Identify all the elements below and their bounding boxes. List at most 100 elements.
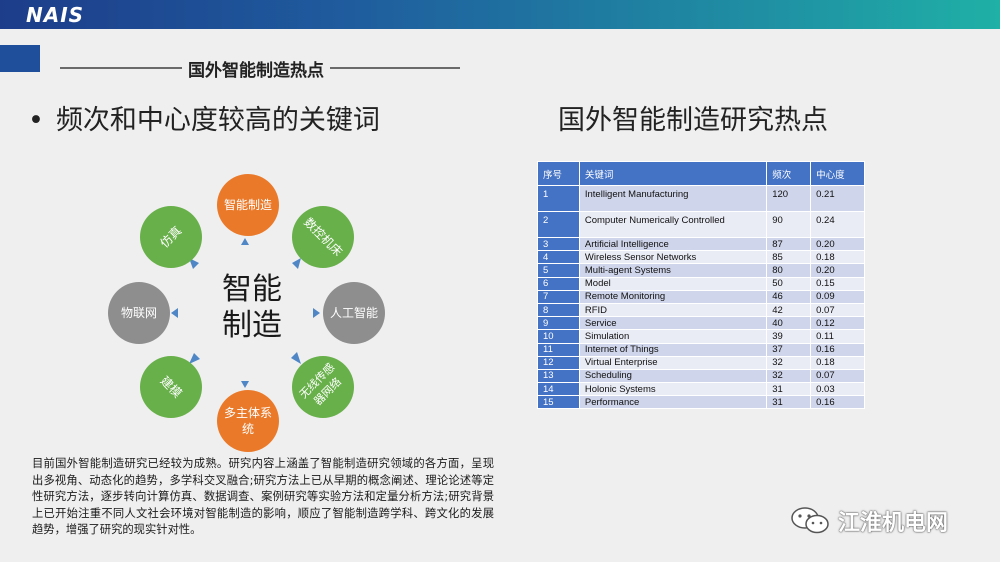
table-row: 4 Wireless Sensor Networks 85 0.18 [537, 250, 865, 265]
table-row: 3 Artificial Intelligence 87 0.20 [537, 236, 865, 252]
table-row: 2 Computer Numerically Controlled 90 0.24 [537, 211, 865, 238]
nais-logo: NAIS [26, 3, 85, 27]
row-centrality: 0.09 [810, 289, 865, 304]
table-row: 7 Remote Monitoring 46 0.09 [537, 289, 865, 304]
row-frequency: 42 [766, 302, 812, 318]
row-frequency: 37 [766, 342, 812, 357]
arrow-bottom-right [291, 352, 301, 364]
row-frequency: 39 [766, 329, 812, 344]
row-index: 3 [537, 236, 580, 252]
row-centrality: 0.03 [810, 382, 865, 397]
row-keyword: Computer Numerically Controlled [578, 211, 768, 238]
row-index: 7 [537, 289, 580, 304]
row-keyword: Artificial Intelligence [578, 236, 768, 252]
arrow-top [241, 238, 249, 245]
watermark-text: 江淮机电网 [838, 511, 949, 536]
accent-block [0, 45, 40, 72]
row-centrality: 0.18 [810, 250, 865, 265]
table-row: 6 Model 50 0.15 [537, 276, 865, 291]
node-ai: 人工智能 [323, 282, 385, 344]
top-banner: NAIS [0, 0, 1000, 29]
row-centrality: 0.11 [810, 329, 865, 344]
row-keyword: Remote Monitoring [578, 289, 768, 304]
row-frequency: 85 [766, 250, 812, 265]
summary-paragraph: 目前国外智能制造研究已经较为成熟。研究内容上涵盖了智能制造研究领域的各方面，呈现… [32, 457, 494, 536]
header-index: 序号 [537, 161, 580, 186]
table-header: 序号 关键词 频次 中心度 [537, 161, 865, 186]
row-index: 14 [537, 382, 580, 397]
row-keyword: Performance [578, 395, 768, 410]
row-frequency: 32 [766, 355, 812, 370]
table-row: 12 Virtual Enterprise 32 0.18 [537, 355, 865, 370]
row-centrality: 0.12 [810, 316, 865, 331]
row-keyword: Internet of Things [578, 342, 768, 357]
row-index: 8 [537, 302, 580, 318]
node-simulation: 仿真 [140, 206, 202, 268]
table-row: 13 Scheduling 32 0.07 [537, 368, 865, 384]
row-centrality: 0.20 [810, 263, 865, 278]
row-keyword: Service [578, 316, 768, 331]
keyword-diagram: 智能制造 数控机床 人工智能 无线传感器网络 多主体系统 建模 物联网 仿真 智… [100, 168, 390, 458]
row-keyword: Virtual Enterprise [578, 355, 768, 370]
row-centrality: 0.07 [810, 368, 865, 384]
row-centrality: 0.16 [810, 342, 865, 357]
node-iot: 物联网 [108, 282, 170, 344]
node-modeling: 建模 [140, 356, 202, 418]
table-row: 10 Simulation 39 0.11 [537, 329, 865, 344]
diagram-center: 智能 制造 [222, 272, 282, 343]
row-keyword: Intelligent Manufacturing [578, 185, 768, 212]
row-frequency: 87 [766, 236, 812, 252]
row-keyword: Simulation [578, 329, 768, 344]
row-keyword: Scheduling [578, 368, 768, 384]
bullet-heading: • 频次和中心度较高的关键词 [28, 98, 380, 137]
header-keyword: 关键词 [578, 161, 768, 186]
row-index: 13 [537, 368, 580, 384]
row-keyword: Holonic Systems [578, 382, 768, 397]
table-title: 国外智能制造研究热点 [558, 105, 828, 136]
node-multi-agent: 多主体系统 [217, 390, 279, 452]
row-frequency: 31 [766, 382, 812, 397]
row-index: 5 [537, 263, 580, 278]
row-index: 11 [537, 342, 580, 357]
header-frequency: 频次 [766, 161, 812, 186]
row-index: 1 [537, 185, 580, 212]
arrow-bottom [241, 381, 249, 388]
row-index: 2 [537, 211, 580, 238]
row-centrality: 0.07 [810, 302, 865, 318]
node-cnc: 数控机床 [292, 206, 354, 268]
node-wsn: 无线传感器网络 [292, 356, 354, 418]
row-centrality: 0.20 [810, 236, 865, 252]
row-centrality: 0.15 [810, 276, 865, 291]
arrow-left [171, 308, 178, 318]
bullet-text: 频次和中心度较高的关键词 [55, 105, 380, 136]
arrow-top-right [292, 258, 301, 269]
row-keyword: RFID [578, 302, 768, 318]
table-row: 1 Intelligent Manufacturing 120 0.21 [537, 185, 865, 212]
row-index: 6 [537, 276, 580, 291]
row-index: 4 [537, 250, 580, 265]
row-index: 12 [537, 355, 580, 370]
arrow-right [313, 308, 320, 318]
row-keyword: Multi-agent Systems [578, 263, 768, 278]
row-frequency: 31 [766, 395, 812, 410]
row-index: 9 [537, 316, 580, 331]
row-keyword: Model [578, 276, 768, 291]
wechat-icon [791, 507, 829, 534]
row-index: 15 [537, 395, 580, 410]
row-centrality: 0.18 [810, 355, 865, 370]
row-frequency: 120 [766, 185, 812, 212]
row-index: 10 [537, 329, 580, 344]
table-row: 14 Holonic Systems 31 0.03 [537, 382, 865, 397]
watermark: 江淮机电网 [790, 505, 948, 537]
bullet-dot: • [28, 105, 44, 136]
table-row: 8 RFID 42 0.07 [537, 302, 865, 318]
row-frequency: 90 [766, 211, 812, 238]
row-centrality: 0.16 [810, 395, 865, 410]
node-intelligent-manufacturing: 智能制造 [217, 174, 279, 236]
hotspot-table: 序号 关键词 频次 中心度 1 Intelligent Manufacturing… [537, 161, 865, 410]
row-centrality: 0.24 [810, 211, 865, 238]
row-centrality: 0.21 [810, 185, 865, 212]
header-centrality: 中心度 [810, 161, 865, 186]
table-row: 11 Internet of Things 37 0.16 [537, 342, 865, 357]
row-frequency: 40 [766, 316, 812, 331]
